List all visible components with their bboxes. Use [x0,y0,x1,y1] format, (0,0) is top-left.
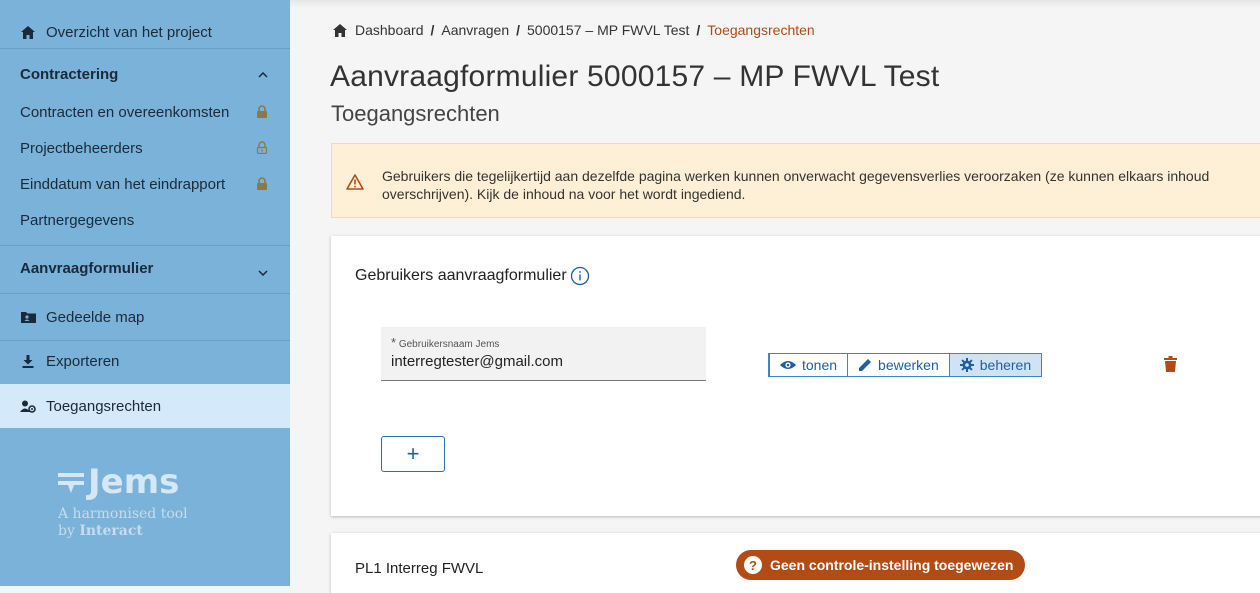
logo-tagline-1: A harmonised tool [58,506,188,522]
logo-tagline-brand: Interact [79,523,143,539]
partner-card: PL1 Interreg FWVL ? Geen controle-instel… [331,533,1260,593]
divider [0,293,290,294]
sidebar-section-application-form[interactable]: Aanvraagformulier [0,252,290,284]
badge-text: Geen controle-instelling toegewezen [770,557,1014,573]
sidebar-item-label: Contracten en overeenkomsten [20,103,230,121]
top-shadow [290,0,1260,8]
page-subtitle: Toegangsrechten [331,101,500,126]
breadcrumb: Dashboard / Aanvragen / 5000157 – MP FWV… [333,22,815,38]
lock-icon [256,105,268,122]
breadcrumb-separator: / [516,22,520,38]
user-settings-icon [20,398,36,414]
divider [0,48,290,49]
card-title-text: Gebruikers aanvraagformulier [355,267,567,284]
warning-icon [346,174,364,195]
delete-user-button[interactable] [1164,356,1177,377]
sidebar-item-label: Overzicht van het project [46,23,212,41]
sidebar-item-access-rights[interactable]: Toegangsrechten [0,384,290,428]
jems-logo: Jems A harmonised tool by Interact [58,462,188,540]
users-card: Gebruikers aanvraagformulier * Gebruiker… [331,236,1260,516]
permission-toggle-group: tonen bewerken beheren [768,353,1043,377]
username-field[interactable]: * Gebruikersnaam Jems interregtester@gma… [381,327,706,381]
sidebar-item-overview[interactable]: Overzicht van het project [0,14,290,50]
sidebar-item-label: Partnergegevens [20,211,135,229]
permission-label: tonen [802,357,838,373]
chevron-up-icon [258,67,268,81]
chevron-down-icon [258,265,268,279]
permission-edit-button[interactable]: bewerken [848,354,950,376]
info-icon[interactable] [570,266,590,286]
field-label-text: Gebruikersnaam Jems [398,339,500,350]
gear-icon [959,358,974,372]
permission-label: beheren [979,357,1032,373]
permission-view-button[interactable]: tonen [770,354,849,376]
sidebar-item-label: Projectbeheerders [20,139,143,157]
lock-icon [256,177,268,194]
sidebar-item-export[interactable]: Exporteren [0,345,290,377]
divider [0,340,290,341]
logo-tagline-2: by Interact [58,523,188,540]
sidebar-item-shared-folder[interactable]: Gedeelde map [0,301,290,333]
breadcrumb-item[interactable]: 5000157 – MP FWVL Test [527,22,689,38]
sidebar-item-label: Exporteren [46,352,120,370]
required-mark: * [391,335,397,350]
page-title: Aanvraagformulier 5000157 – MP FWVL Test [330,60,940,93]
logo-name: Jems [88,462,180,502]
warning-text: Gebruikers die tegelijkertijd aan dezelf… [382,168,1210,202]
sidebar-item-project-managers[interactable]: Projectbeheerders [0,133,290,163]
unlock-icon [256,141,268,158]
home-icon [20,24,36,40]
sidebar-item-label: Gedeelde map [46,308,145,326]
sidebar-section-contracting[interactable]: Contractering [0,58,290,90]
section-title: Aanvraagformulier [20,259,154,277]
breadcrumb-current: Toegangsrechten [707,22,815,38]
add-user-button[interactable]: + [381,436,445,472]
breadcrumb-item[interactable]: Dashboard [355,22,424,38]
username-field-label: * Gebruikersnaam Jems [391,335,499,350]
breadcrumb-item[interactable]: Aanvragen [441,22,509,38]
permission-manage-button[interactable]: beheren [949,354,1042,376]
download-icon [20,353,36,369]
sidebar-item-contracts[interactable]: Contracten en overeenkomsten [0,97,290,127]
permission-label: bewerken [878,357,939,373]
sidebar-item-partner-details[interactable]: Partnergegevens [0,205,290,235]
warning-banner: Gebruikers die tegelijkertijd aan dezelf… [331,143,1260,218]
partner-title: PL1 Interreg FWVL [355,560,484,577]
sidebar-item-label: Einddatum van het eindrapport [20,175,226,193]
trash-icon [1164,356,1177,372]
question-icon: ? [744,556,762,574]
pencil-icon [859,359,872,371]
sidebar: Overzicht van het project Contractering … [0,0,290,586]
sidebar-item-label: Toegangsrechten [46,397,162,415]
section-title: Contractering [20,65,119,83]
card-title: Gebruikers aanvraagformulier [355,266,590,286]
folder-user-icon [20,309,36,325]
username-field-value[interactable]: interregtester@gmail.com [391,353,563,370]
home-icon[interactable] [333,23,347,37]
jems-logo-mark-icon [58,471,84,493]
divider [0,245,290,246]
logo-tagline-prefix: by [58,523,80,539]
breadcrumb-separator: / [430,22,435,38]
eye-icon [780,361,796,369]
sidebar-item-end-date-report[interactable]: Einddatum van het eindrapport [0,169,290,199]
control-status-badge: ? Geen controle-instelling toegewezen [736,550,1026,580]
breadcrumb-separator: / [696,22,701,38]
